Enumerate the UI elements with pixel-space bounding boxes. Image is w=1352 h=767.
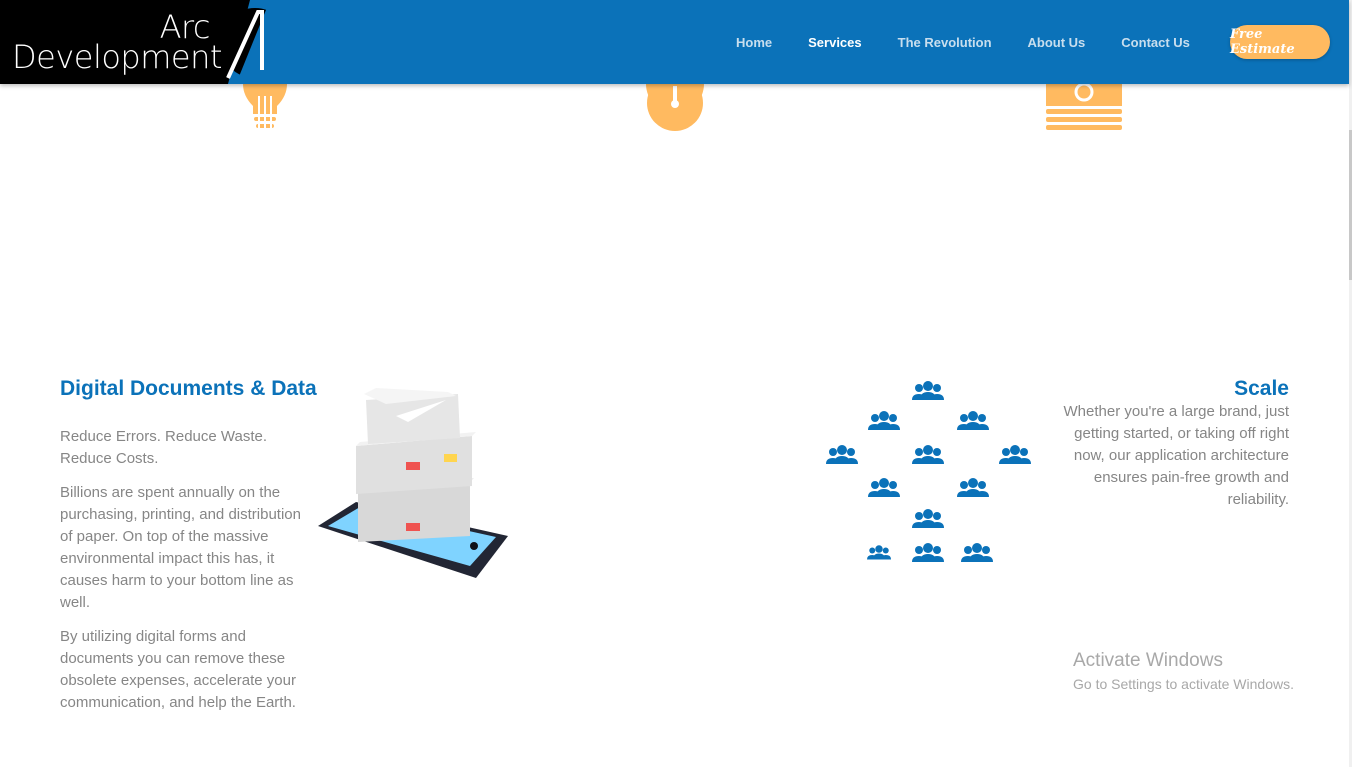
tab-services[interactable]: Services: [790, 35, 880, 50]
tab-the-revolution[interactable]: The Revolution: [880, 35, 1010, 50]
logo-development-text: Development: [12, 38, 222, 76]
stopwatch-icon: [646, 84, 704, 131]
free-estimate-button[interactable]: Free Estimate: [1230, 25, 1330, 59]
tab-contact-us[interactable]: Contact Us: [1103, 35, 1208, 50]
logo[interactable]: Arc Development: [0, 0, 292, 84]
documents-illustration: [318, 388, 508, 578]
documents-paragraph-1: Billions are spent annually on the purch…: [60, 484, 301, 611]
activate-windows-subtitle: Go to Settings to activate Windows.: [1073, 676, 1294, 692]
documents-subtitle: Reduce Errors. Reduce Waste. Reduce Cost…: [60, 428, 268, 467]
activate-windows-title: Activate Windows: [1073, 650, 1223, 671]
app-bar: Arc Development Home Services The Revolu…: [0, 0, 1349, 84]
scale-title: Scale: [1234, 377, 1289, 400]
scale-paragraph: Whether you're a large brand, just getti…: [1063, 403, 1289, 508]
documents-paragraph-2: By utilizing digital forms and documents…: [60, 628, 296, 711]
tab-home[interactable]: Home: [718, 35, 790, 50]
cash-icon: [1046, 84, 1122, 130]
tab-about-us[interactable]: About Us: [1010, 35, 1104, 50]
scale-people-illustration: [826, 381, 1031, 562]
nav-tabs: Home Services The Revolution About Us Co…: [718, 0, 1208, 84]
lightbulb-icon: [243, 84, 287, 128]
documents-title: Digital Documents & Data: [60, 377, 317, 400]
